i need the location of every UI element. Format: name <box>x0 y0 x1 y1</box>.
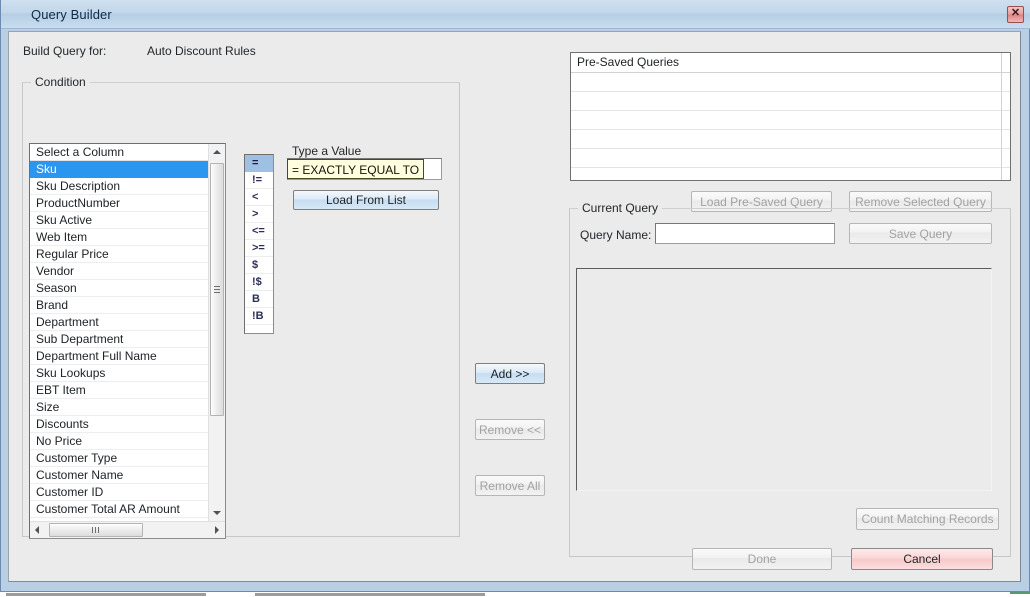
presaved-grid-row[interactable] <box>571 130 1010 149</box>
column-list-item[interactable]: Sku Active <box>30 212 208 229</box>
add-button[interactable]: Add >> <box>475 363 545 384</box>
column-list-item[interactable]: Discounts <box>30 416 208 433</box>
operator-list-item[interactable]: >= <box>245 240 273 257</box>
hscroll-thumb[interactable] <box>49 523 143 537</box>
operator-tooltip: = EXACTLY EQUAL TO <box>287 159 424 179</box>
screen: Query Builder ✕ Build Query for: Auto Di… <box>0 0 1030 597</box>
column-list-item[interactable]: Regular Price <box>30 246 208 263</box>
column-list-item[interactable]: Department <box>30 314 208 331</box>
column-listbox-vscrollbar[interactable] <box>208 144 225 521</box>
column-list-item[interactable]: No Price <box>30 433 208 450</box>
column-list-item[interactable]: Size <box>30 399 208 416</box>
remove-all-button[interactable]: Remove All <box>475 475 545 496</box>
ghost-green-bar <box>1010 592 1030 594</box>
column-listbox[interactable]: Select a Column SkuSku DescriptionProduc… <box>29 143 226 539</box>
operator-list-item[interactable]: $ <box>245 257 273 274</box>
operator-list-item[interactable]: > <box>245 206 273 223</box>
current-query-display[interactable] <box>576 268 992 491</box>
column-list-item[interactable]: EBT Item <box>30 382 208 399</box>
column-listbox-rows: Select a Column SkuSku DescriptionProduc… <box>30 144 208 521</box>
window-titlebar: Query Builder ✕ <box>1 0 1030 29</box>
column-list-item[interactable]: Web Item <box>30 229 208 246</box>
column-list-item[interactable]: Brand <box>30 297 208 314</box>
column-listbox-hscrollbar[interactable] <box>30 521 225 538</box>
operator-list-item[interactable]: = <box>245 155 273 172</box>
column-items-container: SkuSku DescriptionProductNumberSku Activ… <box>30 161 208 518</box>
presaved-grid-row[interactable] <box>571 168 1010 181</box>
operator-list-item[interactable]: !B <box>245 308 273 325</box>
column-list-item[interactable]: Vendor <box>30 263 208 280</box>
scroll-up-icon[interactable] <box>209 144 225 160</box>
column-list-item[interactable]: Department Full Name <box>30 348 208 365</box>
current-query-groupbox-title: Current Query <box>578 201 662 215</box>
vscroll-thumb[interactable] <box>210 163 224 416</box>
build-query-for-value: Auto Discount Rules <box>147 44 256 58</box>
column-list-item[interactable]: Season <box>30 280 208 297</box>
count-matching-records-button[interactable]: Count Matching Records <box>856 508 999 530</box>
query-name-label: Query Name: <box>580 228 651 242</box>
presaved-grid-row[interactable] <box>571 111 1010 130</box>
column-list-item[interactable]: Customer Name <box>30 467 208 484</box>
hscroll-grip-icon <box>92 527 100 533</box>
load-from-list-button[interactable]: Load From List <box>293 190 439 210</box>
presaved-grid-rows <box>571 73 1010 181</box>
presaved-grid-row[interactable] <box>571 73 1010 92</box>
column-list-item[interactable]: Sub Department <box>30 331 208 348</box>
dialog-client-area: Build Query for: Auto Discount Rules Con… <box>8 31 1021 582</box>
cancel-button[interactable]: Cancel <box>851 548 993 570</box>
operator-list-item[interactable]: B <box>245 291 273 308</box>
scroll-down-icon[interactable] <box>209 505 225 521</box>
ghost-text-left <box>6 593 206 596</box>
query-builder-window: Query Builder ✕ Build Query for: Auto Di… <box>0 0 1030 592</box>
operator-list-item[interactable]: !$ <box>245 274 273 291</box>
build-query-for-label: Build Query for: <box>23 44 106 58</box>
column-list-item[interactable]: Sku <box>30 161 208 178</box>
save-query-button[interactable]: Save Query <box>849 223 992 244</box>
presaved-grid-row[interactable] <box>571 149 1010 168</box>
presaved-grid-header-label: Pre-Saved Queries <box>577 53 679 72</box>
presaved-grid-header: Pre-Saved Queries <box>571 53 1010 73</box>
column-list-item[interactable]: Customer Type <box>30 450 208 467</box>
column-list-item[interactable]: Sku Lookups <box>30 365 208 382</box>
column-listbox-header: Select a Column <box>30 144 208 161</box>
query-name-input[interactable] <box>655 223 835 244</box>
operator-listbox[interactable]: =!=<><=>=$!$B!B <box>244 154 274 334</box>
done-button[interactable]: Done <box>692 548 832 570</box>
operator-items-container: =!=<><=>=$!$B!B <box>245 155 273 325</box>
scroll-right-icon[interactable] <box>209 522 225 538</box>
operator-list-item[interactable]: <= <box>245 223 273 240</box>
presaved-queries-grid[interactable]: Pre-Saved Queries <box>570 52 1011 181</box>
operator-list-item[interactable]: != <box>245 172 273 189</box>
close-glyph: ✕ <box>1008 6 1023 21</box>
column-list-item[interactable]: Customer ID <box>30 484 208 501</box>
column-list-item[interactable]: Customer Total AR Amount <box>30 501 208 518</box>
vscroll-grip-icon <box>214 286 220 294</box>
scroll-left-icon[interactable] <box>30 522 46 538</box>
remove-button[interactable]: Remove << <box>475 419 545 440</box>
window-title: Query Builder <box>31 7 112 22</box>
presaved-grid-row[interactable] <box>571 92 1010 111</box>
operator-list-item[interactable]: < <box>245 189 273 206</box>
background-app-remnant <box>0 592 1030 597</box>
close-icon[interactable]: ✕ <box>1007 6 1024 23</box>
type-a-value-label: Type a Value <box>292 144 361 158</box>
column-list-item[interactable]: Sku Description <box>30 178 208 195</box>
column-list-item[interactable]: ProductNumber <box>30 195 208 212</box>
condition-groupbox-title: Condition <box>31 75 90 89</box>
ghost-text-mid <box>255 593 485 596</box>
grid-column-separator <box>1001 53 1002 180</box>
